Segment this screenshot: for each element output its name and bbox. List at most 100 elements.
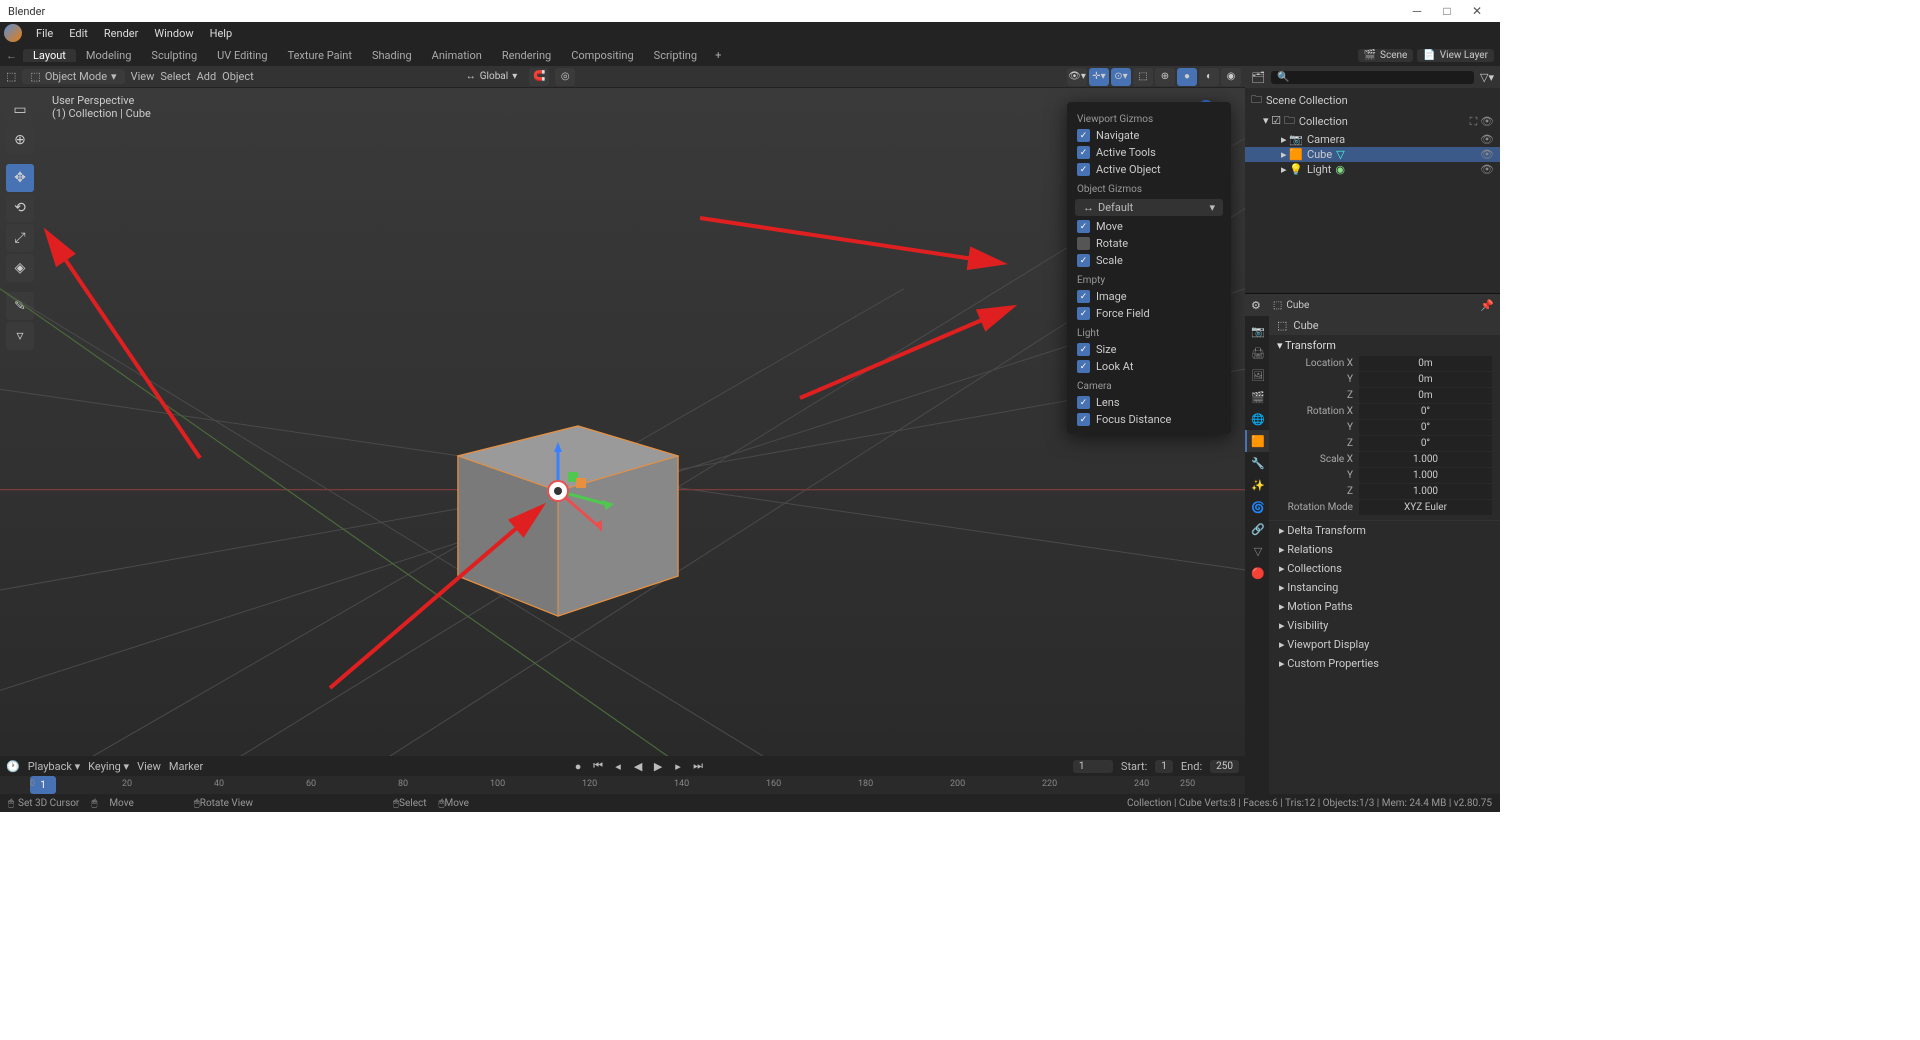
scale-z[interactable]: 1.000 — [1359, 484, 1492, 499]
ptab-render[interactable]: 📷 — [1245, 320, 1269, 342]
current-frame[interactable]: 1 — [1073, 760, 1113, 773]
viewport-menu-select[interactable]: Select — [160, 70, 190, 83]
minimize-icon[interactable]: ─ — [1402, 4, 1432, 18]
outliner-camera[interactable]: ▸ 📷 Camera👁 — [1245, 132, 1500, 147]
shading-solid-icon[interactable]: ● — [1177, 68, 1197, 86]
menu-help[interactable]: Help — [202, 27, 241, 40]
overlay-toggle-icon[interactable]: ⊙▾ — [1111, 68, 1131, 86]
tab-uv[interactable]: UV Editing — [207, 49, 277, 62]
cube-object[interactable] — [438, 396, 698, 636]
tab-scripting[interactable]: Scripting — [644, 49, 707, 62]
back-icon[interactable]: ← — [0, 49, 23, 62]
gizmo-rotate[interactable]: Rotate — [1067, 235, 1231, 252]
loc-z[interactable]: 0m — [1359, 388, 1492, 403]
tab-rendering[interactable]: Rendering — [492, 49, 561, 62]
gizmo-focus[interactable]: ✓Focus Distance — [1067, 411, 1231, 428]
properties-type-icon[interactable]: ⚙ — [1251, 299, 1261, 312]
outliner-type-icon[interactable]: 🗂 — [1251, 71, 1265, 84]
ptab-output[interactable]: 🖨 — [1245, 342, 1269, 364]
scale-x[interactable]: 1.000 — [1359, 452, 1492, 467]
tab-texpaint[interactable]: Texture Paint — [278, 49, 362, 62]
menu-edit[interactable]: Edit — [61, 27, 96, 40]
close-icon[interactable]: ✕ — [1462, 4, 1492, 18]
tl-marker[interactable]: Marker — [169, 760, 203, 773]
gizmo-lookat[interactable]: ✓Look At — [1067, 358, 1231, 375]
panel-relations[interactable]: ▸ Relations — [1269, 540, 1500, 559]
editor-type-icon[interactable]: ⬚ — [6, 70, 16, 83]
play-reverse-icon[interactable]: ◀ — [629, 758, 647, 774]
tl-view[interactable]: View — [137, 760, 161, 773]
jump-start-icon[interactable]: ⏮ — [589, 758, 607, 774]
panel-instancing[interactable]: ▸ Instancing — [1269, 578, 1500, 597]
object-crumb[interactable]: ⬚ Cube — [1269, 316, 1500, 335]
pin-icon[interactable]: 📌 — [1480, 299, 1494, 312]
panel-custom[interactable]: ▸ Custom Properties — [1269, 654, 1500, 673]
ptab-scene[interactable]: 🎬 — [1245, 386, 1269, 408]
autokey-icon[interactable]: ● — [569, 758, 587, 774]
tab-layout[interactable]: Layout — [23, 49, 76, 62]
panel-vpdisplay[interactable]: ▸ Viewport Display — [1269, 635, 1500, 654]
snap-icon[interactable]: 🧲 — [529, 68, 549, 86]
loc-y[interactable]: 0m — [1359, 372, 1492, 387]
gizmo-toggle-icon[interactable]: ✛▾ — [1089, 68, 1109, 86]
gizmo-size[interactable]: ✓Size — [1067, 341, 1231, 358]
start-frame[interactable]: 1 — [1155, 760, 1173, 773]
rotmode[interactable]: XYZ Euler — [1359, 500, 1492, 515]
properties-datablock[interactable]: ⬚ Cube — [1267, 299, 1315, 312]
keyframe-next-icon[interactable]: ▸ — [669, 758, 687, 774]
play-icon[interactable]: ▶ — [649, 758, 667, 774]
gizmo-image[interactable]: ✓Image — [1067, 288, 1231, 305]
panel-motion[interactable]: ▸ Motion Paths — [1269, 597, 1500, 616]
panel-delta[interactable]: ▸ Delta Transform — [1269, 521, 1500, 540]
scale-y[interactable]: 1.000 — [1359, 468, 1492, 483]
ptab-world[interactable]: 🌐 — [1245, 408, 1269, 430]
tab-compositing[interactable]: Compositing — [561, 49, 643, 62]
ptab-constraints[interactable]: 🔗 — [1245, 518, 1269, 540]
gizmo-lens[interactable]: ✓Lens — [1067, 394, 1231, 411]
outliner-search[interactable]: 🔍 — [1271, 71, 1474, 84]
add-workspace-icon[interactable]: + — [707, 49, 729, 62]
ptab-data[interactable]: ▽ — [1245, 540, 1269, 562]
panel-visibility[interactable]: ▸ Visibility — [1269, 616, 1500, 635]
gizmo-forcefield[interactable]: ✓Force Field — [1067, 305, 1231, 322]
rot-z[interactable]: 0° — [1359, 436, 1492, 451]
outliner-collection[interactable]: ▾ ☑ 🗀 Collection⛶ 👁 — [1245, 111, 1500, 132]
gizmo-navigate[interactable]: ✓Navigate — [1067, 127, 1231, 144]
ptab-particles[interactable]: ✨ — [1245, 474, 1269, 496]
gizmo-orientation[interactable]: ↔ Default▾ — [1075, 199, 1223, 216]
gizmo-active-tools[interactable]: ✓Active Tools — [1067, 144, 1231, 161]
ptab-object[interactable]: 🟧 — [1245, 430, 1269, 452]
outliner-scene-collection[interactable]: 🗀 Scene Collection — [1245, 90, 1500, 111]
panel-collections[interactable]: ▸ Collections — [1269, 559, 1500, 578]
transform-panel[interactable]: ▾ Transform — [1277, 339, 1492, 352]
ptab-material[interactable]: 🔴 — [1245, 562, 1269, 584]
selectability-icon[interactable]: 👁▾ — [1067, 68, 1087, 86]
ptab-viewlayer[interactable]: 🖼 — [1245, 364, 1269, 386]
jump-end-icon[interactable]: ⏭ — [689, 758, 707, 774]
rot-x[interactable]: 0° — [1359, 404, 1492, 419]
shading-rendered-icon[interactable]: ◉ — [1221, 68, 1241, 86]
gizmo-active-object[interactable]: ✓Active Object — [1067, 161, 1231, 178]
shading-matprev-icon[interactable]: ◐ — [1199, 68, 1219, 86]
loc-x[interactable]: 0m — [1359, 356, 1492, 371]
viewport-menu-view[interactable]: View — [131, 70, 155, 83]
orientation-selector[interactable]: ↔ Global ▾ — [460, 70, 523, 83]
tl-playback[interactable]: Playback ▾ — [28, 760, 80, 773]
mode-selector[interactable]: ⬚ Object Mode ▾ — [22, 69, 124, 84]
viewlayer-selector[interactable]: 📄 View Layer — [1417, 49, 1494, 62]
rot-y[interactable]: 0° — [1359, 420, 1492, 435]
menu-file[interactable]: File — [28, 27, 61, 40]
scene-selector[interactable]: 🎬 Scene — [1358, 49, 1414, 62]
outliner-light[interactable]: ▸ 💡 Light ◉👁 — [1245, 162, 1500, 177]
tab-animation[interactable]: Animation — [422, 49, 492, 62]
maximize-icon[interactable]: □ — [1432, 4, 1462, 18]
menu-render[interactable]: Render — [96, 27, 146, 40]
outliner-filter-icon[interactable]: ▽▾ — [1480, 71, 1494, 84]
end-frame[interactable]: 250 — [1210, 760, 1239, 773]
gizmo-move[interactable]: ✓Move — [1067, 218, 1231, 235]
tab-sculpting[interactable]: Sculpting — [141, 49, 207, 62]
ptab-modifier[interactable]: 🔧 — [1245, 452, 1269, 474]
keyframe-prev-icon[interactable]: ◂ — [609, 758, 627, 774]
tab-shading[interactable]: Shading — [362, 49, 422, 62]
xray-icon[interactable]: ⬚ — [1133, 68, 1153, 86]
